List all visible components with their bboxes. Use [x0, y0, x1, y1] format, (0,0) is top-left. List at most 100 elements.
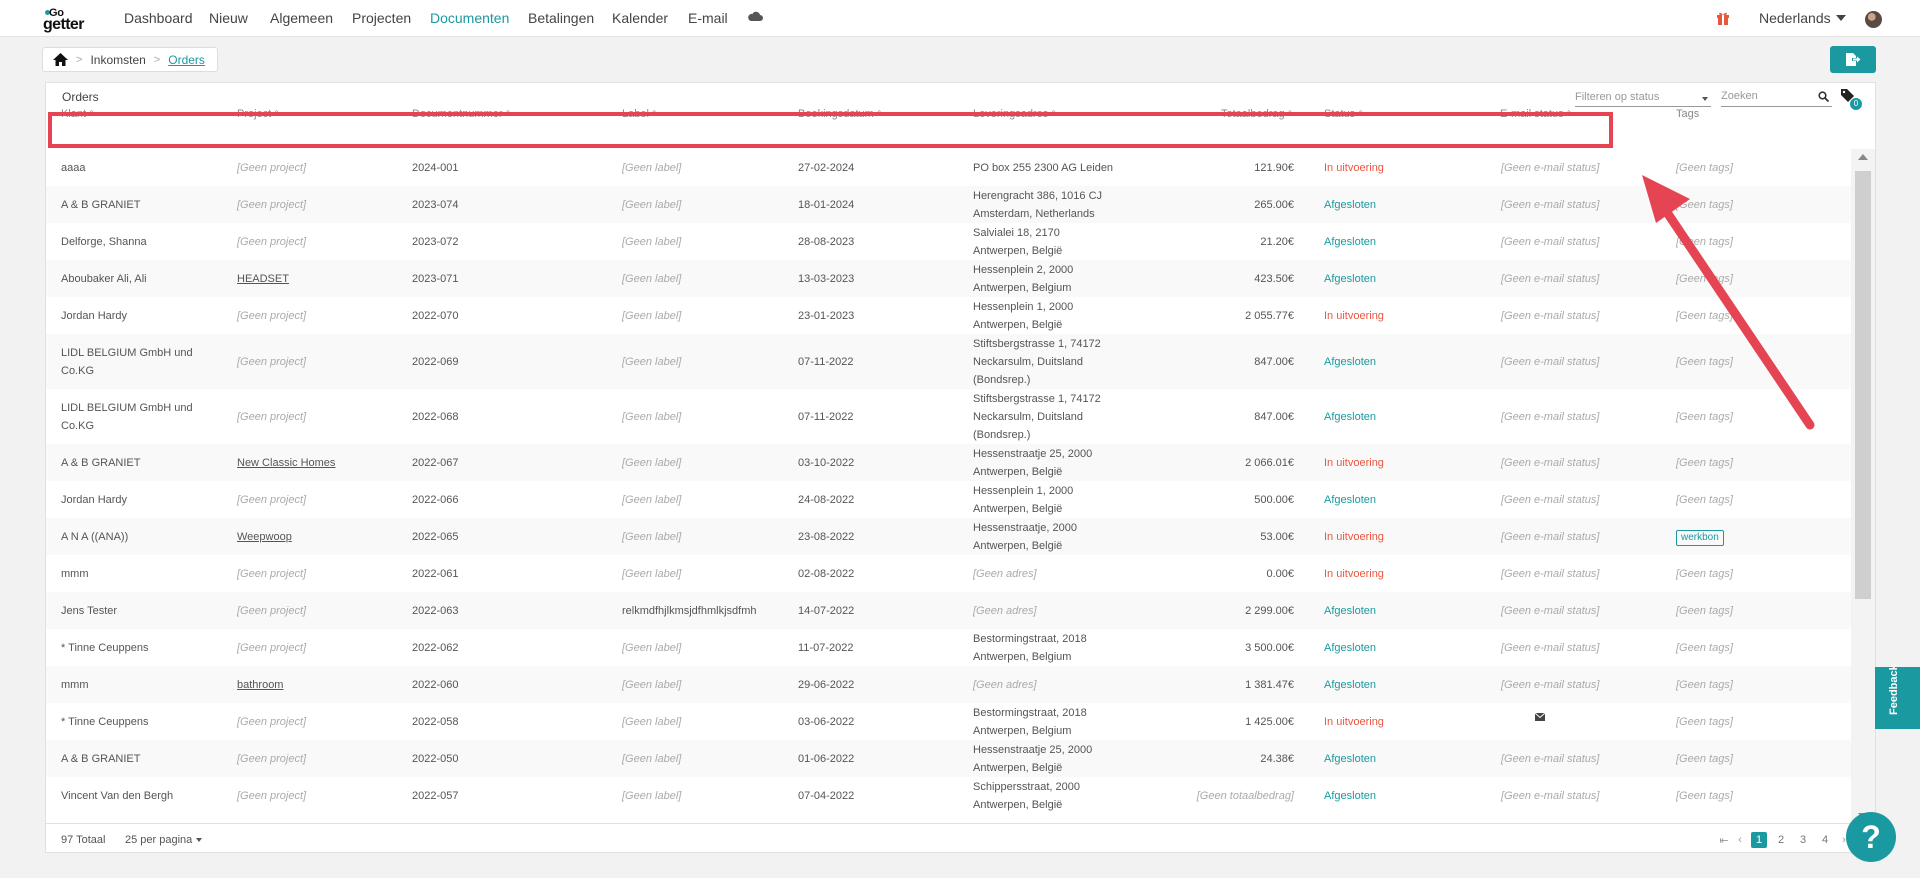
avatar[interactable] [1865, 11, 1882, 28]
cell-label: [Geen label] [622, 236, 682, 248]
cell-klant: mmm [61, 676, 231, 694]
column-header-status[interactable]: Status ⇕ [1324, 108, 1364, 120]
page-3[interactable]: 3 [1795, 832, 1811, 848]
cell-totaalbedrag: 500.00€ [1254, 494, 1294, 506]
cell-klant-line: aaaa [61, 162, 86, 174]
table-row[interactable]: A & B GRANIET [Geen project] 2023-074 [Geen… [46, 186, 1851, 223]
cell-adres-line: Hessenstraatje 25, 2000 [973, 744, 1093, 756]
cell-klant-line: A & B GRANIET [61, 199, 141, 211]
feedback-tab[interactable]: Feedback [1875, 664, 1920, 729]
column-header-email-status[interactable]: E-mail status ⇕ [1500, 108, 1572, 120]
cell-adres-line: Hessenstraatje 25, 2000 [973, 448, 1093, 460]
cell-project[interactable]: New Classic Homes [237, 454, 407, 472]
gift-icon[interactable] [1716, 11, 1730, 25]
table-scrollbar[interactable] [1851, 149, 1875, 823]
nav-email[interactable]: E-mail [688, 10, 728, 26]
cell-totaalbedrag: 3 500.00€ [1245, 642, 1294, 654]
page-2[interactable]: 2 [1773, 832, 1789, 848]
column-header-totaalbedrag[interactable]: Totaalbedrag ⇕ [1221, 108, 1294, 120]
nav-projecten[interactable]: Projecten [352, 10, 411, 26]
breadcrumb-inkomsten[interactable]: Inkomsten [90, 53, 145, 67]
cell-boekingsdatum: 03-06-2022 [798, 716, 855, 728]
cell-status: Afgesloten [1324, 753, 1376, 765]
sort-icon: ⇕ [273, 109, 280, 118]
breadcrumb-orders[interactable]: Orders [168, 53, 205, 67]
sort-icon: ⇕ [1286, 109, 1294, 118]
cell-tags: [Geen tags] [1676, 679, 1733, 691]
prev-page-icon[interactable]: ‹ [1735, 834, 1745, 846]
page-1[interactable]: 1 [1751, 832, 1767, 848]
cell-klant-line: LIDL BELGIUM GmbH und [61, 347, 193, 359]
cell-project: [Geen project] [237, 162, 307, 174]
cell-klant-line: Aboubaker Ali, Ali [61, 273, 147, 285]
cell-tags: [Geen tags] [1676, 310, 1733, 322]
table-row[interactable]: A & B GRANIET [Geen project] 2022-050 [Geen… [46, 740, 1851, 777]
table-header-row: Klant ⇕ Project ⇕ Documentnummer ⇕ Label ⇕ B… [46, 102, 1877, 122]
cell-documentnummer: 2022-057 [412, 790, 459, 802]
language-selector[interactable]: Nederlands [1759, 10, 1846, 26]
cell-email-status: [Geen e-mail status] [1501, 411, 1600, 423]
column-header-label-col[interactable]: Label ⇕ [622, 108, 658, 120]
cell-boekingsdatum: 24-08-2022 [798, 494, 855, 506]
column-header-project[interactable]: Project ⇕ [237, 108, 280, 120]
table-row[interactable]: A & B GRANIET New Classic Homes 2022-067 [G… [46, 444, 1851, 481]
column-header-label: Leveringsadres [973, 108, 1049, 120]
cell-leveringsadres: [Geen adres] [973, 565, 1173, 583]
table-row[interactable]: Jens Tester [Geen project] 2022-063 relkmdf… [46, 592, 1851, 629]
column-header-leveringsadres[interactable]: Leveringsadres ⇕ [973, 108, 1057, 120]
table-row[interactable]: Jordan Hardy [Geen project] 2022-066 [Geen … [46, 481, 1851, 518]
table-row[interactable]: Vincent Van den Bergh [Geen project] 2022-… [46, 777, 1851, 814]
nav-documenten[interactable]: Documenten [430, 10, 509, 26]
sort-icon: ⇕ [650, 109, 658, 118]
nav-algemeen[interactable]: Algemeen [270, 10, 333, 26]
scroll-up-icon[interactable] [1858, 154, 1868, 160]
tag-chip[interactable]: werkbon [1676, 530, 1724, 546]
export-button[interactable] [1830, 46, 1876, 73]
cell-klant: Aboubaker Ali, Ali [61, 270, 231, 288]
table-row[interactable]: LIDL BELGIUM GmbH und Co.KG [Geen project]… [46, 334, 1851, 389]
cell-leveringsadres: Hessenplein 1, 2000 Antwerpen, België [973, 482, 1173, 518]
cell-project[interactable]: bathroom [237, 676, 407, 694]
cell-project[interactable]: Weepwoop [237, 528, 407, 546]
table-row[interactable]: * Tinne Ceuppens [Geen project] 2022-062 [G… [46, 629, 1851, 666]
cell-documentnummer: 2023-072 [412, 236, 459, 248]
table-row[interactable]: Delforge, Shanna [Geen project] 2023-072 [G… [46, 223, 1851, 260]
table-row[interactable]: mmm bathroom 2022-060 [Geen label] 29-06-202… [46, 666, 1851, 703]
table-row[interactable]: LIDL BELGIUM GmbH und Co.KG [Geen project]… [46, 389, 1851, 444]
search-input[interactable] [1721, 90, 1811, 102]
search-icon[interactable] [1818, 91, 1829, 102]
table-row[interactable]: Aboubaker Ali, Ali HEADSET 2023-071 [Geen l… [46, 260, 1851, 297]
gogetter-logo[interactable]: Go getter [43, 7, 101, 33]
cell-status: Afgesloten [1324, 605, 1376, 617]
page-4[interactable]: 4 [1817, 832, 1833, 848]
cloud-icon[interactable] [747, 11, 763, 21]
first-page-icon[interactable]: ⇤ [1719, 834, 1729, 847]
nav-nieuw[interactable]: Nieuw [209, 10, 248, 26]
help-button[interactable]: ? [1846, 812, 1896, 862]
cell-project[interactable]: HEADSET [237, 270, 407, 288]
cell-klant-line: Co.KG [61, 365, 95, 377]
table-row[interactable]: Jordan Hardy [Geen project] 2022-070 [Geen … [46, 297, 1851, 334]
scrollbar-thumb[interactable] [1855, 171, 1871, 599]
chevron-down-icon [1702, 97, 1708, 101]
cell-adres-line: Hessenplein 1, 2000 [973, 485, 1074, 497]
table-row[interactable]: aaaa [Geen project] 2024-001 [Geen label] 27… [46, 149, 1851, 186]
nav-betalingen[interactable]: Betalingen [528, 10, 594, 26]
column-header-boekingsdatum[interactable]: Boekingsdatum ⇕ [798, 108, 882, 120]
home-icon[interactable] [53, 53, 68, 66]
per-page-selector[interactable]: 25 per pagina [125, 834, 203, 846]
cell-leveringsadres: Bestormingstraat, 2018 Antwerpen, Belgium [973, 630, 1173, 666]
chevron-down-icon [1835, 15, 1846, 21]
nav-dashboard[interactable]: Dashboard [124, 10, 193, 26]
table-row[interactable]: A N A ((ANA)) Weepwoop 2022-065 [Geen label… [46, 518, 1851, 555]
table-row[interactable]: mmm [Geen project] 2022-061 [Geen label] 02-… [46, 555, 1851, 592]
table-row[interactable]: * Tinne Ceuppens [Geen project] 2022-058 [G… [46, 703, 1851, 740]
cell-boekingsdatum: 07-11-2022 [798, 356, 854, 368]
cell-status: In uitvoering [1324, 716, 1384, 728]
column-header-documentnummer[interactable]: Documentnummer ⇕ [412, 108, 511, 120]
column-header-klant[interactable]: Klant ⇕ [61, 108, 95, 120]
total-count: 97 Totaal [61, 834, 106, 846]
nav-kalender[interactable]: Kalender [612, 10, 668, 26]
export-icon [1846, 53, 1861, 66]
cell-totaalbedrag: 24.38€ [1260, 753, 1294, 765]
